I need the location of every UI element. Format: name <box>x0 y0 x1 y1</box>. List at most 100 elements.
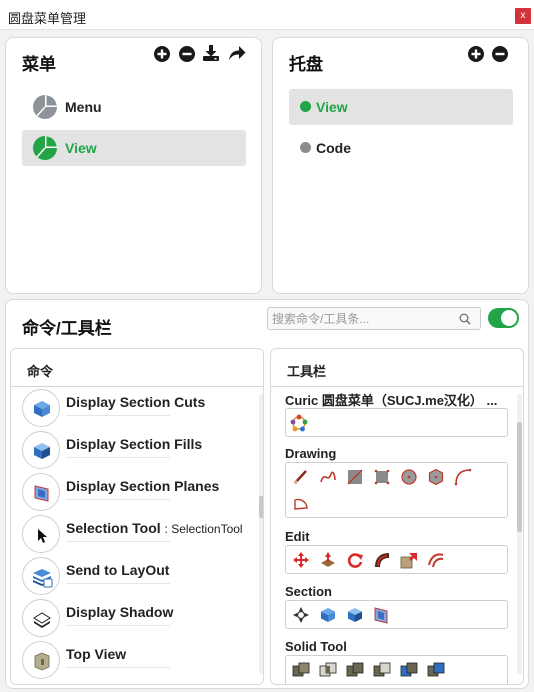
scrollbar-thumb[interactable] <box>517 422 522 532</box>
menu-item-menu[interactable]: Menu <box>22 89 246 125</box>
tray-item-label: View <box>316 99 348 115</box>
search-icon[interactable] <box>459 313 471 325</box>
commands-scrollbar[interactable] <box>259 394 263 674</box>
offset-icon[interactable] <box>427 551 445 569</box>
move-icon[interactable] <box>292 551 310 569</box>
tray-panel: 托盘 View Code <box>272 37 529 294</box>
command-sub-label: : SelectionTool <box>164 522 243 536</box>
divider <box>66 667 170 668</box>
section-plane-icon[interactable] <box>373 606 391 624</box>
section-fills-icon[interactable] <box>346 606 364 624</box>
divider <box>66 625 170 626</box>
list-item[interactable]: Display Shadow <box>22 597 258 639</box>
toolbar-group-title: Edit <box>285 529 310 544</box>
command-label: Display Section Fills <box>66 436 203 452</box>
menu-panel-title: 菜单 <box>22 55 56 74</box>
subtract-icon[interactable] <box>373 661 391 679</box>
divider <box>66 415 170 416</box>
command-icon-frame <box>22 599 60 637</box>
rectangle-icon[interactable] <box>346 468 364 486</box>
section-fills-icon <box>34 443 50 459</box>
add-icon[interactable] <box>153 45 171 63</box>
toolbar-group-title: Section <box>285 584 332 599</box>
tray-item-code[interactable]: Code <box>289 130 513 166</box>
polygon-icon[interactable] <box>427 468 445 486</box>
menu-item-label: View <box>65 140 97 156</box>
list-item[interactable]: Selection Tool : SelectionTool <box>22 513 258 555</box>
tray-item-view[interactable]: View <box>289 89 513 125</box>
toolbars-header: 工具栏 <box>287 364 327 379</box>
toolbars-scrollbar[interactable] <box>517 394 522 674</box>
command-label: Display Shadow <box>66 604 174 620</box>
toolbar-group-edit <box>285 545 508 574</box>
search-box <box>267 307 481 330</box>
pie-tool-icon[interactable] <box>292 494 310 512</box>
section-cuts-icon[interactable] <box>319 606 337 624</box>
list-item[interactable]: Send to LayOut <box>22 555 258 597</box>
share-icon[interactable] <box>228 44 246 62</box>
tray-item-label: Code <box>316 140 351 156</box>
command-label: Selection Tool : SelectionTool <box>66 520 243 536</box>
tray-panel-title: 托盘 <box>289 55 323 74</box>
divider <box>66 499 170 500</box>
follow-me-icon[interactable] <box>373 551 391 569</box>
radial-menu-icon[interactable] <box>290 414 308 432</box>
split-icon[interactable] <box>427 661 445 679</box>
remove-icon[interactable] <box>178 45 196 63</box>
toolbar-group-solid-tool <box>285 655 508 684</box>
toolbar-group-section <box>285 600 508 629</box>
window-title: 圆盘菜单管理 <box>8 11 87 26</box>
status-dot <box>300 101 311 112</box>
divider <box>66 541 170 542</box>
command-label: Send to LayOut <box>66 562 170 578</box>
command-label: Display Section Planes <box>66 478 220 494</box>
list-item[interactable]: Display Section Cuts <box>22 387 258 429</box>
command-toolbar-title: 命令/工具栏 <box>22 319 112 338</box>
freehand-icon[interactable] <box>319 468 337 486</box>
toolbar-group-curic <box>285 408 508 437</box>
command-label: Display Section Cuts <box>66 394 206 410</box>
menu-panel: 菜单 Menu View <box>5 37 262 294</box>
push-pull-icon[interactable] <box>319 551 337 569</box>
command-icon-frame <box>22 641 60 679</box>
download-icon[interactable] <box>202 44 220 62</box>
menu-item-label: Menu <box>65 99 102 115</box>
outer-shell-icon[interactable] <box>292 661 310 679</box>
intersect-icon[interactable] <box>319 661 337 679</box>
section-plane-tool-icon[interactable] <box>292 606 310 624</box>
rotated-rectangle-icon[interactable] <box>373 468 391 486</box>
line-tool-icon[interactable] <box>292 468 310 486</box>
menu-item-view[interactable]: View <box>22 130 246 166</box>
toggle-knob <box>501 310 517 326</box>
shadow-icon <box>33 612 51 628</box>
commands-header: 命令 <box>27 364 54 379</box>
filter-toggle[interactable] <box>488 308 519 328</box>
list-item[interactable]: Display Section Fills <box>22 429 258 471</box>
rotate-icon[interactable] <box>346 551 364 569</box>
top-view-icon <box>34 652 50 671</box>
trim-icon[interactable] <box>400 661 418 679</box>
toolbar-group-title: Drawing <box>285 446 337 461</box>
list-item[interactable]: Top View <box>22 639 258 681</box>
add-icon[interactable] <box>467 45 485 63</box>
list-item[interactable]: Display Section Planes <box>22 471 258 513</box>
command-icon-frame <box>22 557 60 595</box>
scrollbar-thumb[interactable] <box>259 496 263 518</box>
divider <box>271 386 523 387</box>
search-input[interactable] <box>272 310 452 327</box>
close-button[interactable]: x <box>515 8 531 24</box>
status-dot <box>300 142 311 153</box>
remove-icon[interactable] <box>491 45 509 63</box>
toolbar-group-title: Solid Tool <box>285 639 347 654</box>
circle-icon[interactable] <box>400 468 418 486</box>
union-icon[interactable] <box>346 661 364 679</box>
arc-icon[interactable] <box>454 468 472 486</box>
scale-icon[interactable] <box>400 551 418 569</box>
command-label-text: Selection Tool <box>66 520 161 536</box>
divider <box>66 457 170 458</box>
divider <box>66 583 170 584</box>
title-bar: 圆盘菜单管理 x <box>0 0 534 30</box>
cursor-icon <box>38 529 47 543</box>
layout-icon <box>33 569 53 588</box>
command-icon-frame <box>22 473 60 511</box>
